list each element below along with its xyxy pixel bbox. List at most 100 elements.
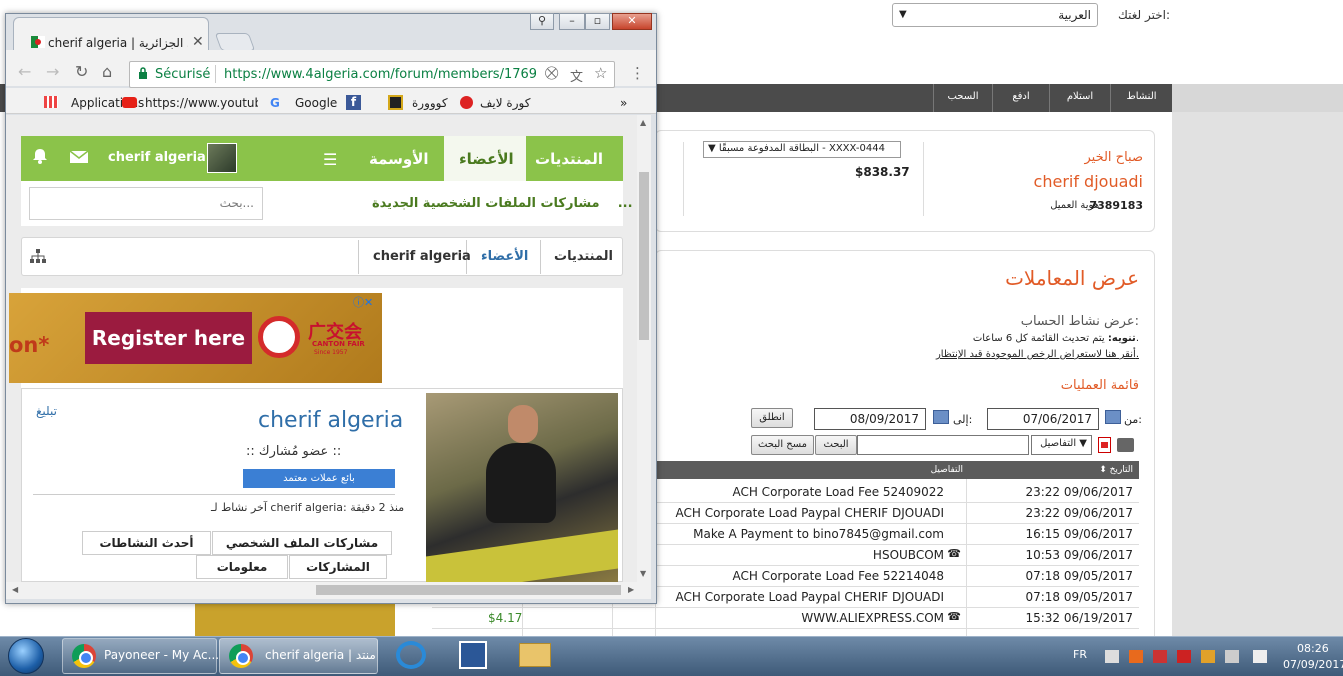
clear-search-button[interactable]: مسح البحث — [751, 435, 814, 455]
search-button[interactable]: البحث — [815, 435, 857, 455]
card-divider-left — [683, 142, 684, 216]
card-select-value: البطاقة المدفوعة مسبقًا - XXXX-0444 — [718, 143, 885, 154]
column-date[interactable]: ⬍ التاريخ — [1099, 461, 1133, 479]
scroll-down-icon[interactable]: ▼ — [640, 569, 646, 578]
pdf-icon[interactable] — [1098, 437, 1111, 453]
translate-icon[interactable]: 文 — [570, 66, 583, 85]
network-icon[interactable] — [1225, 650, 1239, 663]
forward-arrow-icon[interactable]: → — [46, 62, 59, 81]
pending-link[interactable]: أنقر هنا لاستعراض الرخص الموجودة قيد الإ… — [936, 349, 1139, 360]
table-row[interactable]: 15:32 06/19/2017 ☎ WWW.ALIEXPRESS.COM $4… — [432, 608, 1139, 629]
new-tab-button[interactable] — [214, 33, 256, 51]
transactions-note: تنويه: يتم تحديث القائمة كل 6 ساعات. — [973, 333, 1139, 344]
row-date: 07:18 09/05/2017 — [1025, 569, 1133, 583]
bookmarks-more[interactable]: » — [620, 96, 627, 110]
crumb-forums[interactable]: المنتديات — [554, 249, 613, 264]
print-icon[interactable] — [1117, 438, 1134, 452]
profile-divider — [33, 494, 395, 495]
url-text[interactable]: https://www.4algeria.com/forum/members/1… — [224, 67, 536, 82]
forum-search-input[interactable]: بحث... — [29, 187, 263, 220]
tab-latest-activity[interactable]: أحدث النشاطات — [82, 531, 211, 555]
tab-members[interactable]: الأعضاء — [459, 150, 514, 168]
from-date-input[interactable]: 07/06/2017 — [987, 408, 1099, 430]
maximize-button[interactable]: ▫ — [585, 13, 610, 30]
row-date: 23:22 09/06/2017 — [1025, 485, 1133, 499]
chrome-icon — [72, 644, 96, 668]
nav-withdraw[interactable]: السحب — [933, 84, 992, 112]
photo-bench — [426, 529, 618, 582]
column-divider — [966, 479, 967, 636]
tray-language[interactable]: FR — [1073, 648, 1087, 661]
profile-badge: بائع عملات معتمد — [243, 469, 395, 488]
window-close-button[interactable]: ✕ — [612, 13, 652, 30]
chrome-icon — [229, 644, 253, 668]
ad-close-icon[interactable]: ⓘ✕ — [353, 294, 373, 310]
nav-activity[interactable]: النشاط — [1110, 84, 1172, 112]
avatar[interactable] — [207, 143, 237, 173]
nav-receive[interactable]: استلام — [1049, 84, 1110, 112]
star-icon[interactable]: ☆ — [594, 64, 607, 82]
clock-time[interactable]: 08:26 — [1297, 642, 1329, 655]
card-select[interactable]: ▼ البطاقة المدفوعة مسبقًا - XXXX-0444 — [703, 141, 901, 158]
sitemap-icon[interactable] — [30, 249, 46, 263]
bell-icon[interactable] — [32, 148, 48, 164]
folder-icon[interactable] — [519, 643, 551, 667]
word-icon[interactable] — [459, 641, 487, 669]
new-profile-shares-link[interactable]: مشاركات الملفات الشخصية الجديدة ... — [372, 196, 633, 211]
flag-icon[interactable] — [1177, 650, 1191, 663]
to-date-input[interactable]: 08/09/2017 — [814, 408, 926, 430]
bookmark-kora-live[interactable]: كورة لايف — [480, 96, 530, 110]
vertical-scroll-thumb[interactable] — [639, 172, 649, 340]
tab-profile-posts[interactable]: مشاركات الملف الشخصي — [212, 531, 392, 555]
menu-dots-icon[interactable]: ⋮ — [630, 64, 645, 82]
photo-person — [486, 443, 556, 523]
crumb-current: cherif algeria — [373, 249, 471, 264]
tab-title: cherif algeria | منتدى الجزائرية — [48, 36, 188, 50]
profile-icon[interactable]: ⚲ — [530, 13, 554, 30]
scroll-up-icon[interactable]: ▲ — [640, 118, 646, 127]
crumb-members[interactable]: الأعضاء — [481, 249, 528, 264]
forum-username[interactable]: cherif algeria — [108, 150, 206, 165]
back-arrow-icon[interactable]: ← — [18, 62, 31, 81]
reload-icon[interactable]: ↻ — [75, 62, 88, 81]
tray-app-icon[interactable] — [1129, 650, 1143, 663]
go-button[interactable]: انطلق — [751, 408, 793, 428]
ad-logo-subtitle: CANTON FAIR — [312, 340, 365, 348]
horizontal-scroll-thumb[interactable] — [316, 585, 621, 595]
scroll-left-icon[interactable]: ◀ — [12, 585, 18, 594]
row-details: HSOUBCOM — [872, 548, 944, 562]
notification-icon[interactable] — [1253, 650, 1267, 663]
tray-update-icon[interactable] — [1201, 650, 1215, 663]
tab-forums[interactable]: المنتديات — [535, 150, 603, 168]
tab-badges[interactable]: الأوسمة — [369, 150, 429, 168]
facebook-icon[interactable]: f — [346, 95, 361, 110]
calendar-icon[interactable] — [933, 410, 949, 424]
bookmark-youtube[interactable]: https://www.youtube — [145, 96, 258, 110]
bookmark-google[interactable]: Google — [295, 96, 337, 110]
clock-date[interactable]: 07/09/2017 — [1283, 658, 1343, 671]
language-select[interactable]: ▼ العربية — [892, 3, 1098, 27]
ad-register-button[interactable]: Register here — [85, 312, 252, 364]
volume-icon[interactable] — [1105, 650, 1119, 663]
scroll-right-icon[interactable]: ▶ — [628, 585, 634, 594]
mail-icon[interactable] — [70, 151, 88, 163]
cookie-blocked-icon[interactable]: ⛒ — [545, 66, 558, 81]
internet-explorer-icon[interactable] — [396, 641, 426, 669]
close-icon[interactable]: ✕ — [192, 34, 204, 50]
hamburger-menu-icon[interactable]: ☰ — [323, 150, 337, 169]
row-date: 16:15 09/06/2017 — [1025, 527, 1133, 541]
nav-pay[interactable]: ادفع — [992, 84, 1049, 112]
tab-posts[interactable]: المشاركات — [289, 555, 387, 579]
details-select[interactable]: التفاصيل ▼ — [1031, 435, 1092, 455]
home-icon[interactable]: ⌂ — [102, 62, 112, 81]
tab-info[interactable]: معلومات — [196, 555, 288, 579]
apps-grid-icon — [44, 96, 58, 108]
transactions-search-input[interactable] — [857, 435, 1029, 455]
start-button[interactable] — [8, 638, 44, 674]
report-link[interactable]: تبليغ — [36, 404, 57, 418]
bookmark-kooora[interactable]: كووورة — [412, 96, 448, 110]
tray-security-icon[interactable] — [1153, 650, 1167, 663]
calendar-icon[interactable] — [1105, 410, 1121, 424]
row-date: 07:18 09/05/2017 — [1025, 590, 1133, 604]
minimize-button[interactable]: – — [559, 13, 585, 30]
